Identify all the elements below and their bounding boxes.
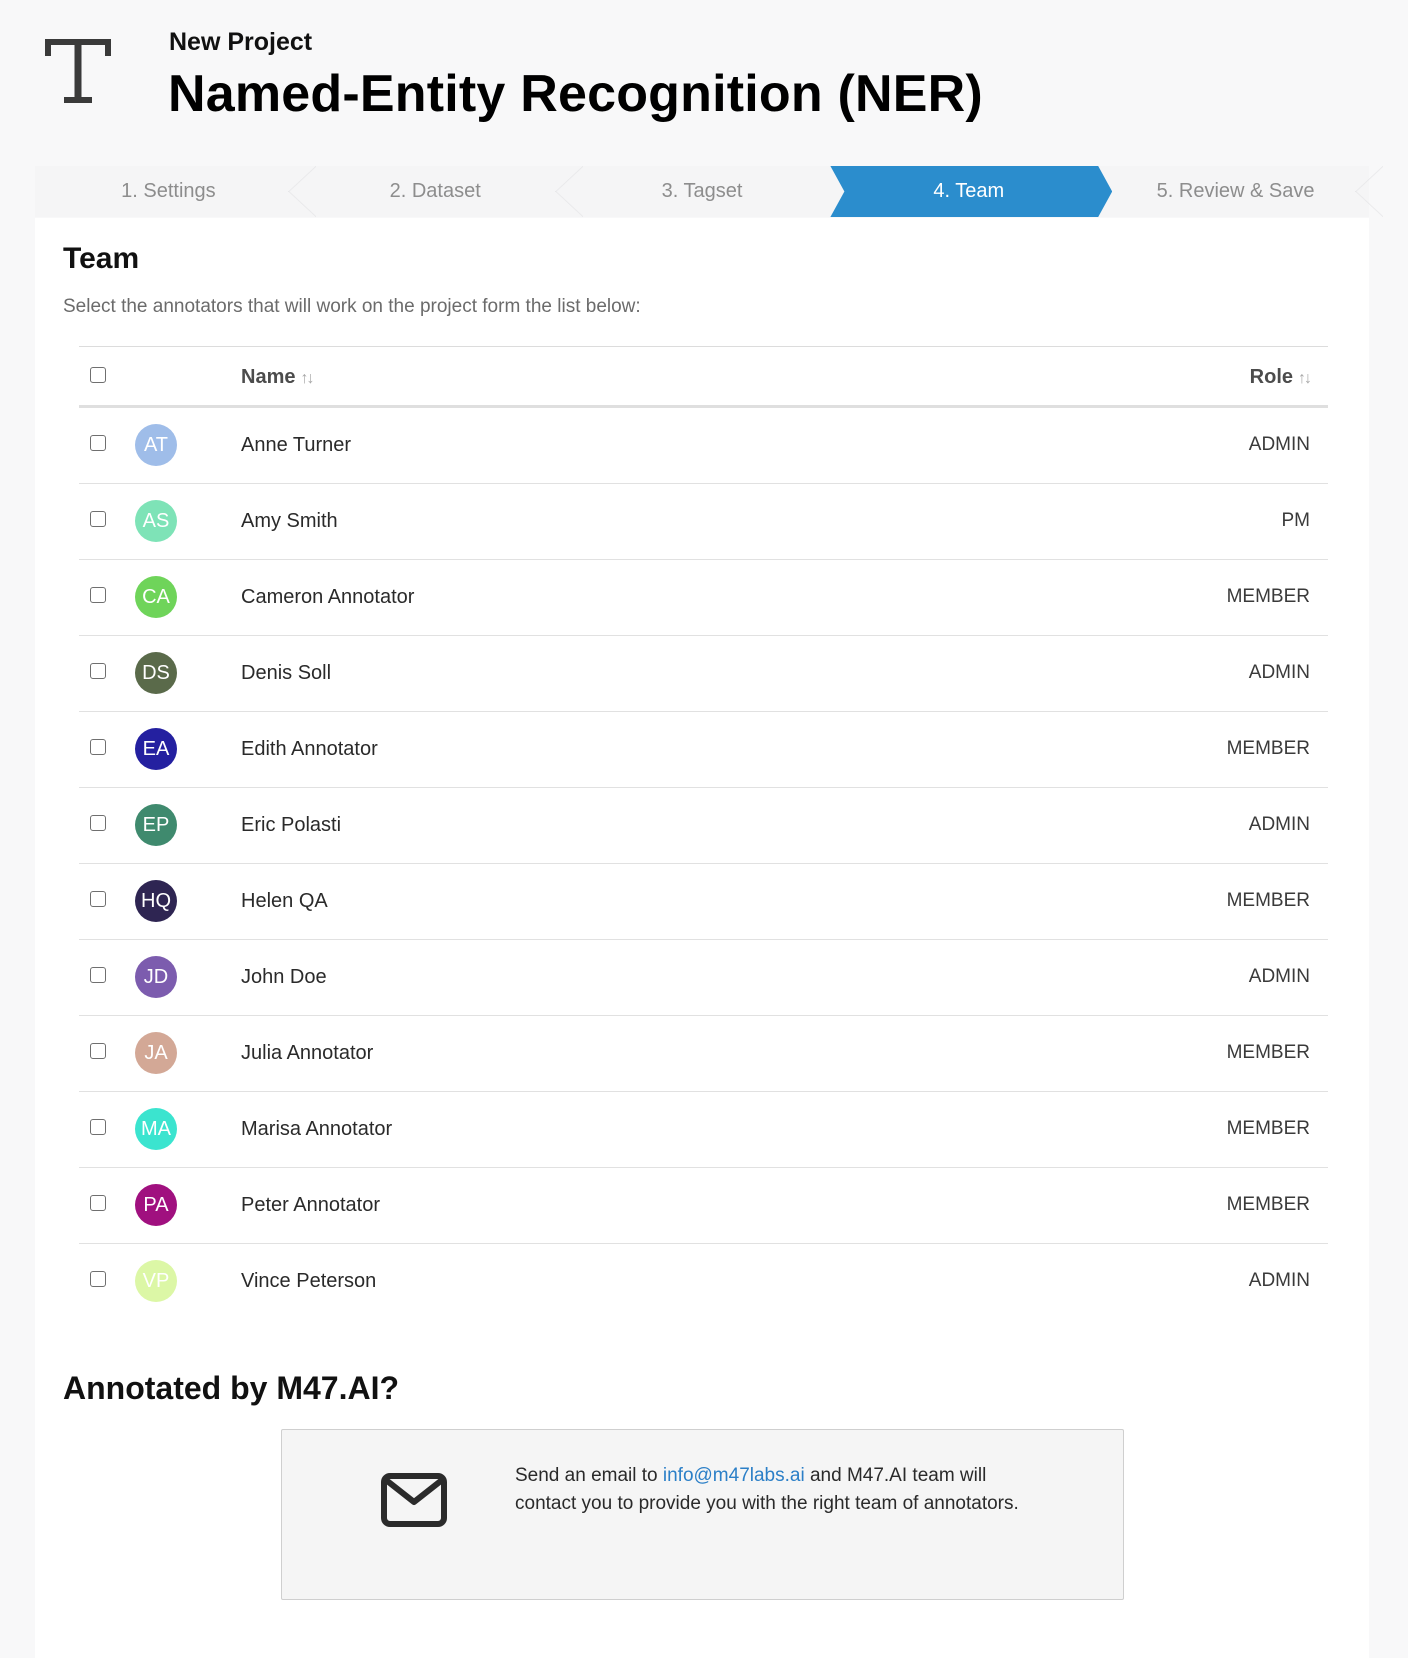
sort-icon[interactable]: ↑↓ <box>300 370 314 388</box>
row-checkbox[interactable] <box>90 435 106 451</box>
member-role: ADMIN <box>1248 1270 1310 1291</box>
member-name: Helen QA <box>241 890 328 912</box>
contact-text-before: Send an email to <box>515 1465 663 1486</box>
row-checkbox[interactable] <box>90 1043 106 1059</box>
row-checkbox[interactable] <box>90 1195 106 1211</box>
avatar: EA <box>135 728 177 770</box>
text-type-icon <box>45 39 111 103</box>
table-row[interactable]: HQ Helen QA MEMBER <box>79 864 1328 940</box>
wizard-stepper: 1. Settings 2. Dataset 3. Tagset 4. Team 5. … <box>35 166 1383 217</box>
table-row[interactable]: JD John Doe ADMIN <box>79 940 1328 1016</box>
mail-icon <box>381 1473 447 1527</box>
step-label: 3. Tagset <box>661 180 743 202</box>
row-checkbox[interactable] <box>90 967 106 983</box>
member-name: John Doe <box>241 966 327 988</box>
step-label: 4. Team <box>933 180 1005 202</box>
member-role: MEMBER <box>1226 1042 1310 1063</box>
annotated-by-title: Annotated by M47.AI? <box>63 1370 400 1406</box>
member-role: MEMBER <box>1226 1194 1310 1215</box>
table-row[interactable]: CA Cameron Annotator MEMBER <box>79 560 1328 636</box>
table-body: AT Anne Turner ADMIN AS Amy Smith PM CA Cameron… <box>79 408 1328 1320</box>
member-role: ADMIN <box>1248 966 1310 987</box>
contact-info-text: Send an email to info@m47labs.ai and M47… <box>515 1462 1035 1518</box>
contact-email-link[interactable]: info@m47labs.ai <box>663 1465 805 1486</box>
member-role: ADMIN <box>1248 434 1310 455</box>
row-checkbox[interactable] <box>90 511 106 527</box>
member-name: Anne Turner <box>241 434 352 456</box>
table-row[interactable]: MA Marisa Annotator MEMBER <box>79 1092 1328 1168</box>
member-name: Cameron Annotator <box>241 586 415 608</box>
member-name: Denis Soll <box>241 662 332 684</box>
avatar: MA <box>135 1108 177 1150</box>
member-role: MEMBER <box>1226 1118 1310 1139</box>
table-row[interactable]: VP Vince Peterson ADMIN <box>79 1244 1328 1320</box>
team-section-title: Team <box>63 242 140 275</box>
row-checkbox[interactable] <box>90 663 106 679</box>
member-name: Peter Annotator <box>241 1194 380 1216</box>
avatar: PA <box>135 1184 177 1226</box>
member-role: ADMIN <box>1248 662 1310 683</box>
row-checkbox[interactable] <box>90 1119 106 1135</box>
row-checkbox[interactable] <box>90 891 106 907</box>
name-column-header[interactable]: Name ↑↓ <box>241 366 314 389</box>
role-column-header[interactable]: Role ↑↓ <box>1249 366 1312 389</box>
select-all-checkbox[interactable] <box>90 367 106 383</box>
member-name: Marisa Annotator <box>241 1118 393 1140</box>
table-row[interactable]: AT Anne Turner ADMIN <box>79 408 1328 484</box>
team-section-description: Select the annotators that will work on … <box>63 296 641 317</box>
row-checkbox[interactable] <box>90 815 106 831</box>
sort-icon[interactable]: ↑↓ <box>1298 370 1312 388</box>
avatar: CA <box>135 576 177 618</box>
role-column-label: Role <box>1249 366 1293 388</box>
name-column-label: Name <box>241 366 296 388</box>
page-header: New Project Named-Entity Recognition (NE… <box>0 0 1408 160</box>
member-name: Amy Smith <box>241 510 338 532</box>
member-role: MEMBER <box>1226 586 1310 607</box>
member-role: MEMBER <box>1226 890 1310 911</box>
table-row[interactable]: AS Amy Smith PM <box>79 484 1328 560</box>
row-checkbox[interactable] <box>90 1271 106 1287</box>
avatar: HQ <box>135 880 177 922</box>
avatar: JA <box>135 1032 177 1074</box>
table-row[interactable]: EP Eric Polasti ADMIN <box>79 788 1328 864</box>
step-label: 1. Settings <box>121 180 216 202</box>
member-role: PM <box>1281 510 1311 531</box>
step-5[interactable]: 5. Review & Save <box>1102 166 1383 217</box>
avatar: AS <box>135 500 177 542</box>
table-row[interactable]: PA Peter Annotator MEMBER <box>79 1168 1328 1244</box>
contact-info-box: Send an email to info@m47labs.ai and M47… <box>281 1429 1124 1600</box>
member-role: ADMIN <box>1248 814 1310 835</box>
avatar: JD <box>135 956 177 998</box>
table-row[interactable]: EA Edith Annotator MEMBER <box>79 712 1328 788</box>
avatar: AT <box>135 424 177 466</box>
avatar: VP <box>135 1260 177 1302</box>
step-3[interactable]: 3. Tagset <box>569 166 836 217</box>
member-name: Eric Polasti <box>241 814 342 836</box>
member-role: MEMBER <box>1226 738 1310 759</box>
team-card: Team Select the annotators that will wor… <box>35 218 1369 1658</box>
row-checkbox[interactable] <box>90 739 106 755</box>
step-2[interactable]: 2. Dataset <box>302 166 583 217</box>
team-table: Name ↑↓ Role ↑↓ AT Anne Turner ADMIN AS Amy Sm… <box>79 346 1328 1320</box>
page-title: Named-Entity Recognition (NER) <box>168 65 983 123</box>
step-label: 2. Dataset <box>389 180 481 202</box>
row-checkbox[interactable] <box>90 587 106 603</box>
project-subtitle: New Project <box>169 28 313 56</box>
table-row[interactable]: DS Denis Soll ADMIN <box>79 636 1328 712</box>
step-label: 5. Review & Save <box>1156 180 1315 202</box>
avatar: DS <box>135 652 177 694</box>
member-name: Vince Peterson <box>241 1270 377 1292</box>
table-header: Name ↑↓ Role ↑↓ <box>79 346 1328 408</box>
member-name: Julia Annotator <box>241 1042 374 1064</box>
avatar: EP <box>135 804 177 846</box>
table-row[interactable]: JA Julia Annotator MEMBER <box>79 1016 1328 1092</box>
member-name: Edith Annotator <box>241 738 378 760</box>
step-4[interactable]: 4. Team <box>835 166 1102 217</box>
step-1[interactable]: 1. Settings <box>35 166 316 217</box>
